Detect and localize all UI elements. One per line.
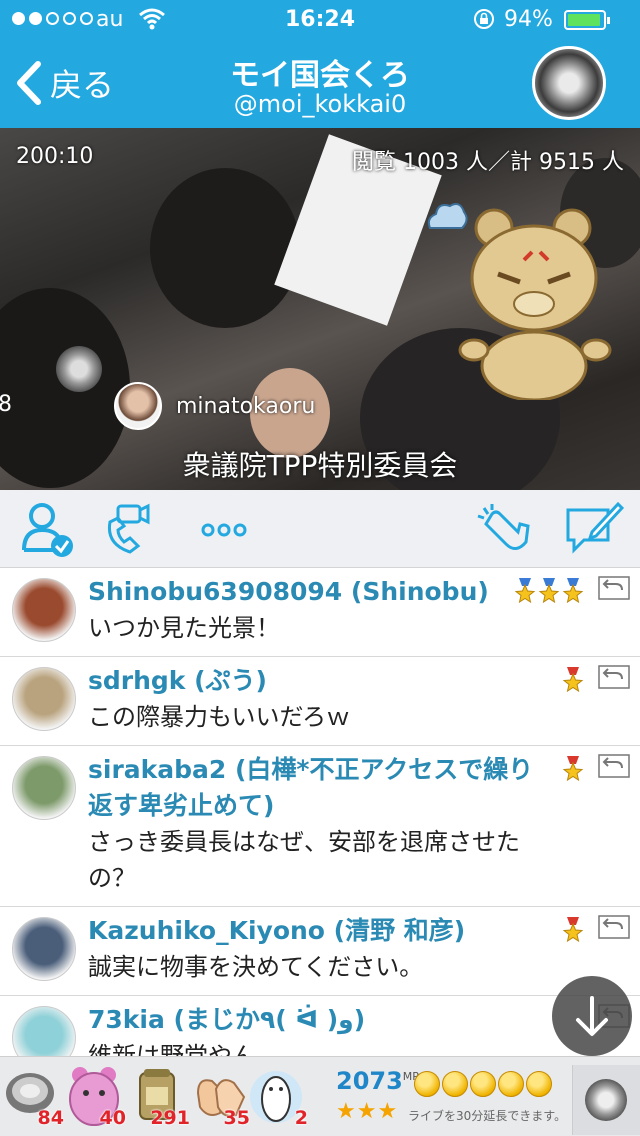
gift-count: 84 <box>37 1107 64 1129</box>
star-medal-icon <box>538 578 560 604</box>
comment-item: 73kia (まじか٩( ᐛ )و) 維新は野党やん <box>0 996 640 1056</box>
gift-count: 291 <box>150 1107 190 1129</box>
comment-item: sdrhgk (ぷう) この際暴力もいいだろｗ <box>0 657 640 746</box>
avatar <box>114 382 162 430</box>
star-medal-icon <box>562 578 584 604</box>
gift-count: 40 <box>99 1107 126 1129</box>
avatar[interactable] <box>12 1006 76 1056</box>
coin-icon <box>498 1071 524 1097</box>
follow-user-icon[interactable] <box>20 500 76 558</box>
comment-item: Kazuhiko_Kiyono (清野 和彦) 誠実に物事を決めてください。 <box>0 907 640 996</box>
coin-icon <box>470 1071 496 1097</box>
avatar[interactable] <box>12 756 76 820</box>
coin-menu-button[interactable] <box>572 1065 640 1135</box>
coin-row[interactable] <box>414 1071 552 1097</box>
steam-icon <box>427 203 468 229</box>
live-video[interactable]: 200:10 閲覧 1003 人／計 9515 人 8 minatokaoru … <box>0 128 640 490</box>
battery-percent: 94% <box>504 7 553 32</box>
avatar[interactable] <box>12 578 76 642</box>
level-badge <box>562 667 584 693</box>
broadcaster-avatar[interactable] <box>532 46 606 120</box>
coin-icon <box>414 1071 440 1097</box>
comment-author[interactable]: sirakaba2 (白樺*不正アクセスで繰り返す卑劣止めて) <box>88 752 640 824</box>
overlay-commenter: minatokaoru <box>114 382 315 430</box>
gift-clap-button[interactable]: 35 <box>190 1063 250 1129</box>
arrow-down-icon <box>576 996 608 1036</box>
more-options-icon[interactable] <box>200 500 248 558</box>
live-timer: 200:10 <box>16 144 94 169</box>
my-points-value: 2073 <box>336 1067 403 1095</box>
comment-author[interactable]: Kazuhiko_Kiyono (清野 和彦) <box>88 913 640 949</box>
nav-bar: 戻る モイ国会くろ @moi_kokkai0 <box>0 40 640 128</box>
comment-list[interactable]: Shinobu63908094 (Shinobu) いつか見た光景！ sdrhg… <box>0 568 640 1056</box>
applause-icon[interactable] <box>476 500 534 558</box>
coin-icon <box>56 346 102 392</box>
level-stars: ★★★ <box>336 1099 399 1124</box>
comment-text: さっき委員長はなぜ、安部を退席させたの？ <box>88 828 520 892</box>
compose-comment-icon[interactable] <box>562 500 624 558</box>
gift-bar: 84 40 291 35 2 2073MP ★★★ ライブを30分延長できます。 <box>0 1056 640 1136</box>
comment-text: いつか見た光景！ <box>88 614 280 642</box>
coin-icon <box>526 1071 552 1097</box>
gift-tea-button[interactable]: 291 <box>130 1063 190 1129</box>
my-points: 2073MP <box>336 1067 419 1095</box>
coin-icon <box>585 1079 627 1121</box>
gift-bear-button[interactable]: 40 <box>66 1063 126 1129</box>
bear-mascot-icon <box>458 208 612 400</box>
comment-author[interactable]: sdrhgk (ぷう) <box>88 663 640 699</box>
status-bar: au 16:24 94% <box>0 0 640 40</box>
gift-count: 35 <box>223 1107 250 1129</box>
star-medal-icon <box>514 578 536 604</box>
gift-coin-button[interactable]: 84 <box>4 1063 64 1129</box>
level-badge <box>562 917 584 943</box>
level-badge <box>514 578 584 604</box>
star-medal-icon <box>562 756 584 782</box>
level-badge <box>562 756 584 782</box>
reply-icon[interactable] <box>598 576 630 604</box>
comment-text: この際暴力もいいだろｗ <box>88 703 351 731</box>
reply-icon[interactable] <box>598 665 630 693</box>
live-caption: 衆議院TPP特別委員会 <box>182 449 458 482</box>
gift-count: 2 <box>294 1107 308 1129</box>
comment-item: Shinobu63908094 (Shinobu) いつか見た光景！ <box>0 568 640 657</box>
star-medal-icon <box>562 917 584 943</box>
collab-call-icon[interactable] <box>104 500 164 558</box>
reply-icon[interactable] <box>598 754 630 782</box>
extend-live-note: ライブを30分延長できます。 <box>408 1109 567 1123</box>
view-count: 閲覧 1003 人／計 9515 人 <box>352 150 624 175</box>
action-toolbar <box>0 490 640 568</box>
video-figure <box>150 168 300 328</box>
overlay-commenter-name: minatokaoru <box>176 393 316 419</box>
avatar[interactable] <box>12 917 76 981</box>
reply-icon[interactable] <box>598 915 630 943</box>
avatar[interactable] <box>12 667 76 731</box>
overlay-edge-number: 8 <box>0 392 12 417</box>
gift-penguin-button[interactable]: 2 <box>248 1063 308 1129</box>
scroll-to-bottom-button[interactable] <box>552 976 632 1056</box>
comment-item: sirakaba2 (白樺*不正アクセスで繰り返す卑劣止めて) さっき委員長はな… <box>0 746 640 907</box>
rotation-lock-icon <box>474 9 494 29</box>
coin-icon <box>442 1071 468 1097</box>
star-medal-icon <box>562 667 584 693</box>
battery-icon <box>564 10 610 30</box>
